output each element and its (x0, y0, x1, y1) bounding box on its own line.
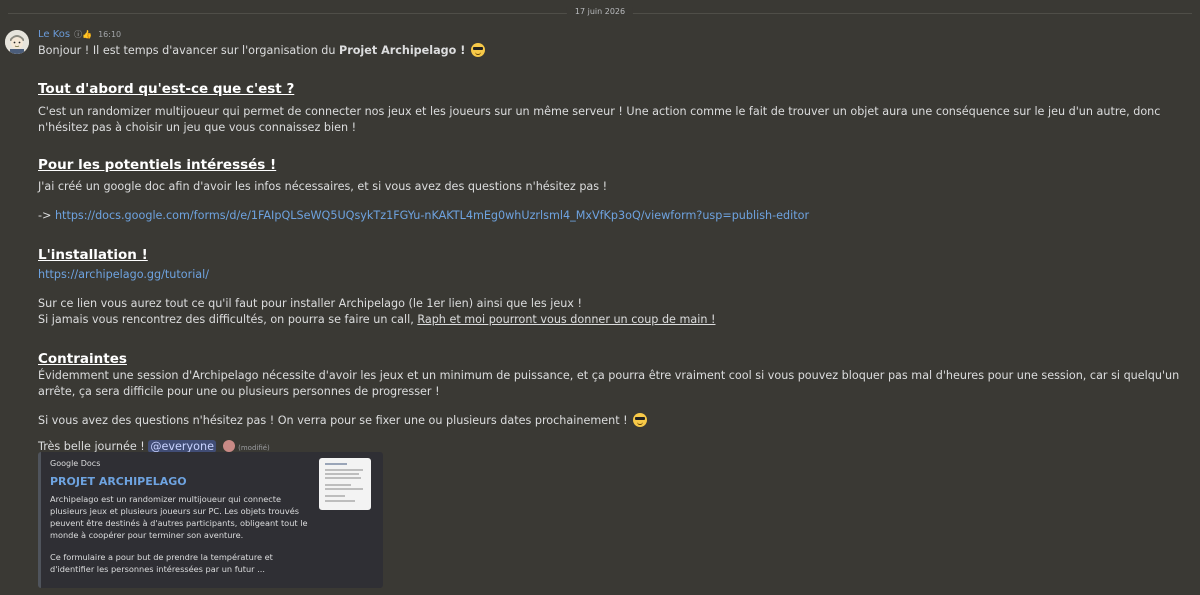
thumbnail-line (325, 488, 363, 490)
role-badge-icons[interactable]: ⓘ👍 (74, 29, 92, 40)
date-label: 17 juin 2026 (566, 7, 634, 16)
sunglasses-emoji-icon (633, 413, 648, 427)
date-divider: 17 juin 2026 (0, 0, 1200, 26)
thumbnail-line (325, 500, 355, 502)
install-text-2-plain: Si jamais vous rencontrez des difficulté… (38, 313, 418, 326)
avatar[interactable] (5, 30, 29, 54)
tutorial-link[interactable]: https://archipelago.gg/tutorial/ (38, 268, 209, 281)
link-embed: Google Docs PROJET ARCHIPELAGO Archipela… (38, 452, 383, 588)
questions-line: Si vous avez des questions n'hésitez pas… (38, 413, 1193, 429)
greeting-line: Bonjour ! Il est temps d'avancer sur l'o… (38, 43, 1193, 59)
google-form-link[interactable]: https://docs.google.com/forms/d/e/1FAIpQ… (55, 209, 809, 222)
embed-thumbnail[interactable] (319, 458, 371, 510)
install-text-2: Si jamais vous rencontrez des difficulté… (38, 312, 1193, 328)
project-name: Projet Archipelago ! (339, 44, 466, 57)
thumbnail-line (325, 477, 361, 479)
thumbnail-line (325, 473, 359, 475)
section-title-what: Tout d'abord qu'est-ce que c'est ? (38, 81, 295, 97)
message: Le Kos ⓘ👍 16:10 Bonjour ! Il est temps d… (38, 28, 1193, 456)
edited-label: (modifié) (238, 444, 270, 452)
avatar-image (5, 30, 29, 54)
section-title-install: L'installation ! (38, 247, 148, 263)
thumbnail-line (325, 495, 345, 497)
section-text-what: C'est un randomizer multijoueur qui perm… (38, 105, 1161, 134)
questions-text: Si vous avez des questions n'hésitez pas… (38, 414, 628, 427)
constraints-text: Évidemment une session d'Archipelago néc… (38, 369, 1180, 398)
thumbnail-line (325, 463, 347, 465)
install-text-2-underlined: Raph et moi pourront vous donner un coup… (417, 313, 716, 326)
embed-description: Archipelago est un randomizer multijoueu… (50, 493, 310, 575)
timestamp[interactable]: 16:10 (98, 30, 121, 39)
embed-description-1: Archipelago est un randomizer multijoueu… (50, 494, 308, 540)
form-link-line: -> https://docs.google.com/forms/d/e/1FA… (38, 208, 1193, 224)
author-name[interactable]: Le Kos (38, 29, 70, 40)
greeting-text: Bonjour ! Il est temps d'avancer sur l'o… (38, 44, 339, 57)
section-title-constraints: Contraintes (38, 351, 127, 367)
custom-emoji-icon (222, 440, 235, 452)
arrow-prefix: -> (38, 209, 55, 222)
embed-description-2: Ce formulaire a pour but de prendre la t… (50, 552, 273, 574)
embed-title[interactable]: PROJET ARCHIPELAGO (50, 475, 187, 488)
thumbnail-line (325, 484, 351, 486)
section-text-interested: J'ai créé un google doc afin d'avoir les… (38, 180, 608, 193)
tutorial-link-line: https://archipelago.gg/tutorial/ (38, 267, 1193, 283)
section-title-interested: Pour les potentiels intéressés ! (38, 157, 277, 173)
embed-provider[interactable]: Google Docs (50, 459, 100, 468)
install-text-1: Sur ce lien vous aurez tout ce qu'il fau… (38, 297, 582, 310)
message-header: Le Kos ⓘ👍 16:10 (38, 28, 1193, 40)
thumbnail-line (325, 469, 363, 471)
sunglasses-emoji-icon (470, 43, 485, 57)
